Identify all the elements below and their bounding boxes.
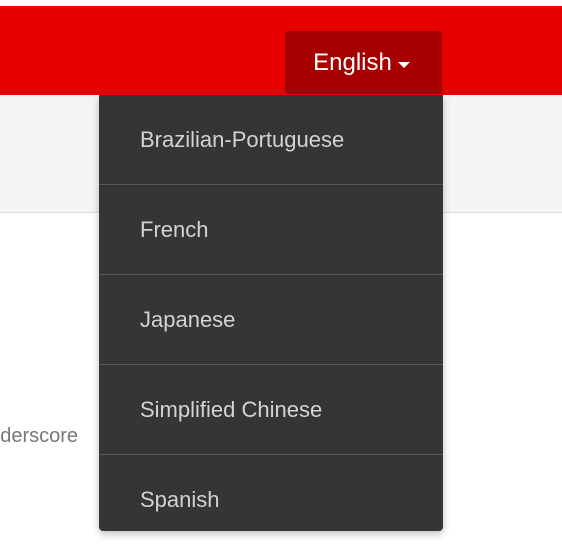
menu-item-french[interactable]: French xyxy=(99,185,443,275)
page: English underscore Brazilian-Portuguese … xyxy=(0,0,562,546)
menu-item-label: Japanese xyxy=(140,306,236,332)
menu-item-spanish[interactable]: Spanish xyxy=(99,455,443,545)
menu-item-label: Brazilian-Portuguese xyxy=(140,126,345,152)
top-header: English xyxy=(0,0,562,95)
language-button-label: English xyxy=(313,48,392,76)
menu-item-brazilian-portuguese[interactable]: Brazilian-Portuguese xyxy=(99,95,443,185)
menu-item-simplified-chinese[interactable]: Simplified Chinese xyxy=(99,365,443,455)
menu-item-label: French xyxy=(140,216,209,242)
menu-item-label: Spanish xyxy=(140,487,220,512)
background-text: underscore xyxy=(0,425,79,447)
menu-item-japanese[interactable]: Japanese xyxy=(99,275,443,365)
caret-down-icon xyxy=(397,61,410,68)
menu-item-label: Simplified Chinese xyxy=(140,396,323,422)
language-dropdown-button[interactable]: English xyxy=(285,31,442,94)
language-menu: Brazilian-Portuguese French Japanese Sim… xyxy=(99,95,443,531)
